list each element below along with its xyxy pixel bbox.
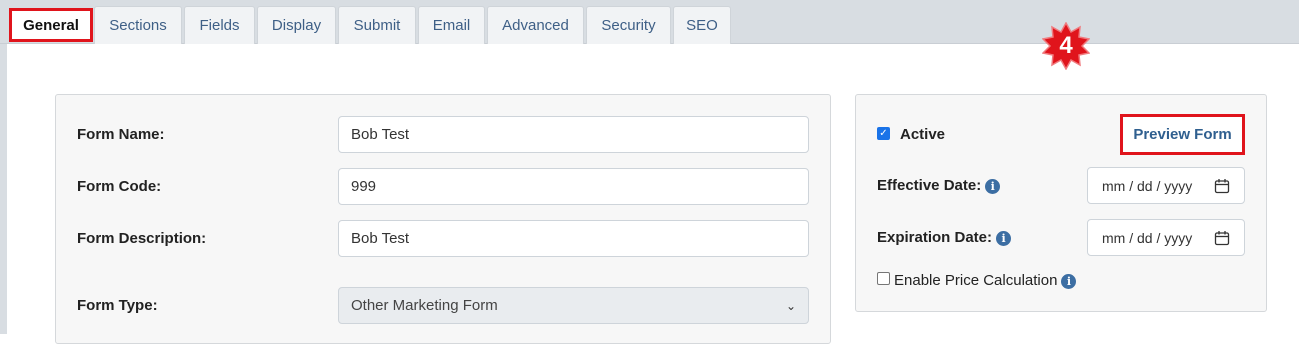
step-number: 4 [1059,32,1073,59]
tab-security[interactable]: Security [586,6,671,44]
price-calculation-label: Enable Price Calculation i [894,272,1077,289]
calendar-icon[interactable] [1214,230,1230,246]
expiration-date-label: Expiration Date: i [877,229,1012,246]
info-icon[interactable]: i [996,230,1012,246]
form-code-input[interactable]: 999 [338,168,809,205]
price-calculation-checkbox[interactable] [877,272,890,285]
form-description-input[interactable]: Bob Test [338,220,809,257]
form-code-label: Form Code: [77,178,162,195]
form-type-label: Form Type: [77,297,158,314]
effective-date-placeholder: mm / dd / yyyy [1102,177,1193,194]
form-description-label: Form Description: [77,230,207,247]
price-calculation-text: Enable Price Calculation [894,272,1058,289]
effective-date-text: Effective Date: [877,177,982,194]
tab-seo[interactable]: SEO [673,6,731,44]
calendar-icon[interactable] [1214,178,1230,194]
tab-sections[interactable]: Sections [94,6,182,44]
active-label: Active [900,126,946,143]
effective-date-input[interactable]: mm / dd / yyyy [1087,167,1245,204]
form-name-input[interactable]: Bob Test [338,116,809,153]
chevron-down-icon: ⌄ [785,298,796,313]
page-left-edge [0,44,7,334]
form-type-value: Other Marketing Form [351,297,498,314]
form-name-label: Form Name: [77,126,165,143]
tab-submit[interactable]: Submit [338,6,416,44]
step-badge: 4 [1042,22,1090,70]
info-icon[interactable]: i [1061,273,1077,289]
expiration-date-placeholder: mm / dd / yyyy [1102,229,1193,246]
form-type-select[interactable]: Other Marketing Form ⌄ [338,287,809,324]
checkmark-icon: ✓ [879,127,888,139]
effective-date-label: Effective Date: i [877,177,1001,194]
active-checkbox[interactable]: ✓ [877,127,890,140]
expiration-date-text: Expiration Date: [877,229,993,246]
info-icon[interactable]: i [985,178,1001,194]
tab-display[interactable]: Display [257,6,336,44]
expiration-date-input[interactable]: mm / dd / yyyy [1087,219,1245,256]
tab-general[interactable]: General [9,8,93,42]
tab-fields[interactable]: Fields [184,6,255,44]
tab-advanced[interactable]: Advanced [487,6,584,44]
tab-email[interactable]: Email [418,6,485,44]
preview-form-button[interactable]: Preview Form [1120,114,1245,155]
